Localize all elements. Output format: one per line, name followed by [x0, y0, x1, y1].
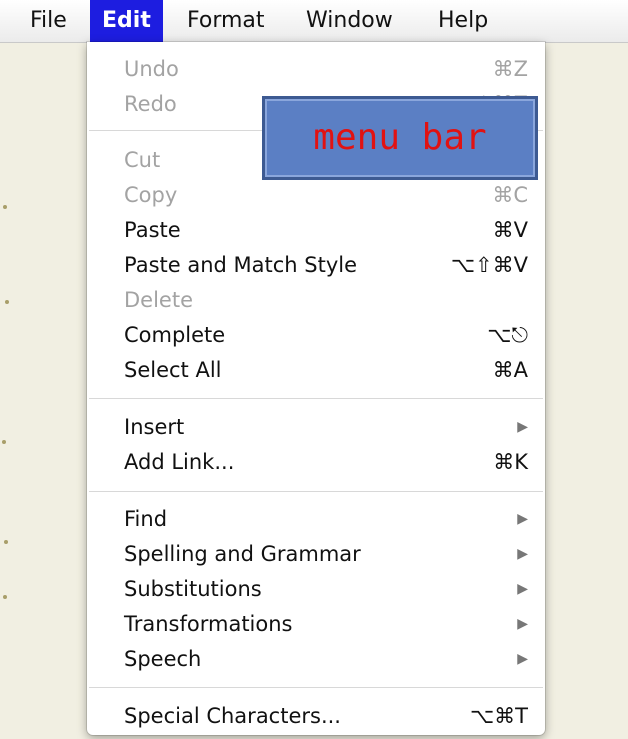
- menu-item-label: Substitutions: [124, 577, 262, 601]
- menu-edit[interactable]: Edit: [90, 0, 163, 42]
- shortcut-label: ⌥⌘T: [469, 704, 528, 728]
- menu-separator: [89, 398, 543, 399]
- menu-item-paste[interactable]: Paste ⌘V: [87, 213, 545, 248]
- background-mark: [2, 440, 6, 444]
- menu-item-label: Speech: [124, 647, 202, 671]
- menu-item-undo: Undo ⌘Z: [87, 52, 545, 87]
- menu-item-label: Complete: [124, 323, 226, 347]
- menu-item-delete: Delete: [87, 283, 545, 318]
- menu-item-label: Paste: [124, 218, 181, 242]
- menu-item-complete[interactable]: Complete ⌥⎋: [87, 318, 545, 353]
- menu-file[interactable]: File: [18, 0, 79, 42]
- menu-item-label: Select All: [124, 358, 222, 382]
- menu-item-speech[interactable]: Speech ▶: [87, 642, 545, 677]
- menu-bar-callout: menu bar: [262, 96, 538, 180]
- menu-item-label: Delete: [124, 288, 193, 312]
- menu-item-special-characters[interactable]: Special Characters... ⌥⌘T: [87, 699, 545, 734]
- menu-help[interactable]: Help: [426, 0, 500, 42]
- menu-item-label: Find: [124, 507, 168, 531]
- submenu-arrow-icon: ▶: [517, 616, 528, 632]
- menu-item-select-all[interactable]: Select All ⌘A: [87, 353, 545, 388]
- menu-item-paste-and-match-style[interactable]: Paste and Match Style ⌥⇧⌘V: [87, 248, 545, 283]
- menu-item-label: Undo: [124, 57, 179, 81]
- menu-separator: [89, 491, 543, 492]
- menu-item-copy: Copy ⌘C: [87, 178, 545, 213]
- submenu-arrow-icon: ▶: [517, 546, 528, 562]
- menu-item-substitutions[interactable]: Substitutions ▶: [87, 572, 545, 607]
- submenu-arrow-icon: ▶: [517, 581, 528, 597]
- shortcut-label: ⌘K: [493, 450, 528, 474]
- shortcut-label: ⌥⇧⌘V: [450, 253, 528, 277]
- background-mark: [3, 205, 7, 209]
- menu-item-label: Cut: [124, 148, 161, 172]
- menu-item-label: Redo: [124, 92, 177, 116]
- shortcut-label: ⌘C: [492, 183, 528, 207]
- submenu-arrow-icon: ▶: [517, 511, 528, 527]
- background-mark: [5, 300, 9, 304]
- submenu-arrow-icon: ▶: [517, 419, 528, 435]
- shortcut-label: ⌘Z: [492, 57, 528, 81]
- submenu-arrow-icon: ▶: [517, 651, 528, 667]
- shortcut-label: ⌘V: [492, 218, 528, 242]
- menu-separator: [89, 687, 543, 688]
- background-mark: [3, 595, 7, 599]
- menu-item-label: Insert: [124, 415, 185, 439]
- menu-format[interactable]: Format: [175, 0, 277, 42]
- menu-window[interactable]: Window: [294, 0, 405, 42]
- menu-item-label: Spelling and Grammar: [124, 542, 361, 566]
- menu-item-add-link[interactable]: Add Link... ⌘K: [87, 445, 545, 480]
- menu-item-spelling-and-grammar[interactable]: Spelling and Grammar ▶: [87, 537, 545, 572]
- background-mark: [4, 540, 8, 544]
- menu-item-find[interactable]: Find ▶: [87, 502, 545, 537]
- menu-item-label: Paste and Match Style: [124, 253, 358, 277]
- shortcut-label: ⌥⎋: [487, 323, 528, 347]
- menu-item-label: Transformations: [124, 612, 293, 636]
- shortcut-label: ⌘A: [492, 358, 528, 382]
- menu-item-label: Add Link...: [124, 450, 235, 474]
- menu-item-label: Copy: [124, 183, 178, 207]
- menu-item-transformations[interactable]: Transformations ▶: [87, 607, 545, 642]
- menu-item-insert[interactable]: Insert ▶: [87, 410, 545, 445]
- menu-item-label: Special Characters...: [124, 704, 341, 728]
- menu-bar: File Edit Format Window Help: [0, 0, 628, 43]
